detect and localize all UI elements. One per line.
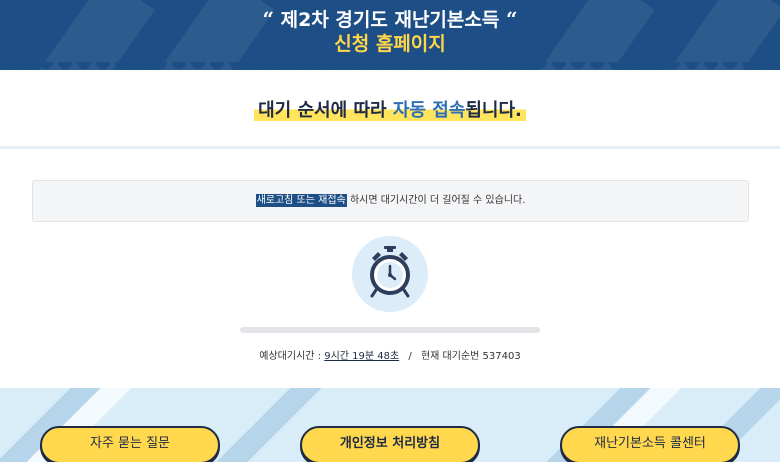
privacy-policy-button[interactable]: 개인정보 처리방침 (300, 426, 480, 462)
queue-progress-bar (240, 327, 540, 333)
queue-number-value: 537403 (482, 351, 521, 362)
estimated-time-value: 9시간 19분 48초 (324, 351, 400, 362)
warning-text: 하시면 대기시간이 더 길어질 수 있습니다. (349, 195, 526, 206)
clock-badge (352, 236, 428, 312)
notice-part-3: 됩니다. (465, 100, 522, 121)
alarm-clock-icon (370, 246, 410, 298)
info-separator: / (408, 351, 412, 362)
queue-notice-heading: 대기 순서에 따라 자동 접속됩니다. (0, 96, 780, 122)
call-center-button[interactable]: 재난기본소득 콜센터 (560, 426, 740, 462)
wait-info: 예상대기시간 : 9시간 19분 48초 / 현재 대기순번 537403 (0, 347, 780, 362)
notice-auto-connect: 자동 접속 (392, 100, 466, 121)
queue-number-label: 현재 대기순번 (420, 351, 480, 362)
notice-part-1: 대기 순서에 따라 (258, 100, 393, 121)
page-header: “ 제2차 경기도 재난기본소득 “ 신청 홈페이지 (0, 0, 780, 70)
warning-highlight: 새로고침 또는 재접속 (255, 194, 347, 207)
estimated-time-label: 예상대기시간 : (259, 351, 325, 362)
site-subtitle: 신청 홈페이지 (334, 33, 446, 55)
refresh-warning-box: 새로고침 또는 재접속 하시면 대기시간이 더 길어질 수 있습니다. (32, 180, 749, 222)
divider (0, 146, 780, 149)
close-quote: “ (505, 7, 518, 31)
site-title-text: 제2차 경기도 재난기본소득 (280, 9, 500, 31)
open-quote: “ (262, 7, 274, 31)
faq-button[interactable]: 자주 묻는 질문 (40, 426, 220, 462)
header-scallop-border (0, 62, 780, 78)
site-title: “ 제2차 경기도 재난기본소득 “ (0, 8, 780, 31)
notice-highlight: 대기 순서에 따라 자동 접속됩니다. (254, 100, 526, 121)
